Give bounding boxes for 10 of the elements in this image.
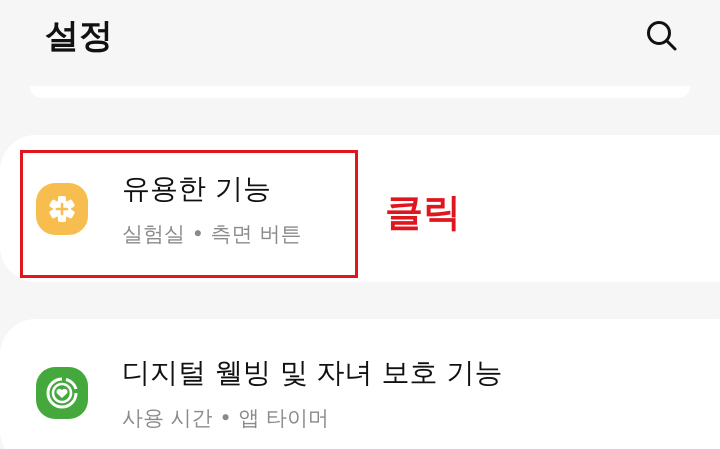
gear-plus-icon [36,182,88,234]
callout-label: 클릭 [385,189,461,236]
item-subtitle: 실험실 • 측면 버튼 [122,220,302,248]
item-title: 디지털 웰빙 및 자녀 보호 기능 [122,354,503,390]
settings-card[interactable]: 유용한 기능 실험실 • 측면 버튼 클릭 [0,135,720,282]
item-title: 유용한 기능 [122,170,272,206]
heart-ring-icon [36,366,88,418]
settings-card[interactable]: 디지털 웰빙 및 자녀 보호 기능 사용 시간 • 앱 타이머 [0,319,720,449]
page-title: 설정 [45,15,113,58]
item-subtitle: 사용 시간 • 앱 타이머 [122,404,330,432]
